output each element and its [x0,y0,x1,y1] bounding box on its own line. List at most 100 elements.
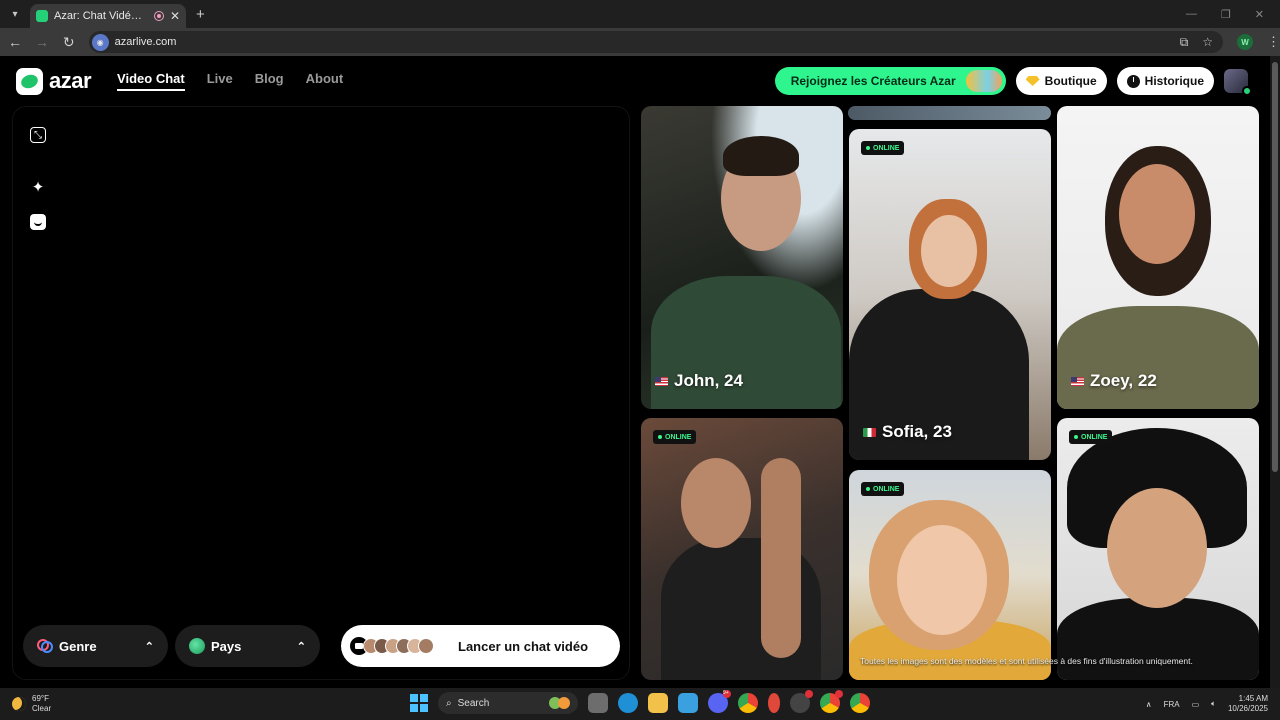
tab-search-icon[interactable]: ▾ [4,3,26,25]
profile-avatar[interactable]: W [1237,34,1253,50]
microsoft-store-icon[interactable] [678,693,698,713]
gallery-card-6: ONLINE [1057,418,1259,680]
main-nav: Video Chat Live Blog About [117,71,343,91]
image-disclaimer: Toutes les images sont des modèles et so… [860,656,1193,666]
history-button[interactable]: Historique [1116,67,1214,95]
online-badge: ONLINE [653,430,697,444]
globe-icon [189,638,205,654]
expand-icon[interactable] [30,127,46,143]
page-content: azar Video Chat Live Blog About Rejoigne… [0,56,1270,688]
restore-icon[interactable]: ❐ [1221,8,1231,21]
logo-text: azar [49,68,92,93]
site-header: azar Video Chat Live Blog About Rejoigne… [0,56,1270,106]
browser-menu-icon[interactable]: ⋮ [1267,34,1280,50]
user-avatar[interactable] [1224,69,1252,96]
online-status-dot [1242,86,1252,96]
face-filter-icon[interactable] [30,214,46,230]
azar-logo-icon [16,67,43,95]
gallery-card-zoey: Zoey, 22 [1057,106,1259,409]
gallery-card-john: John, 24 [641,106,843,409]
card-name: Zoey, 22 [1071,371,1157,391]
online-badge: ONLINE [861,482,905,496]
show-hidden-icons[interactable]: ∧ [1146,700,1152,709]
minimize-icon[interactable]: — [1186,8,1197,21]
gallery-card-partial [848,106,1051,120]
chrome-icon[interactable] [738,693,758,713]
gender-icon [37,638,53,654]
online-badge: ONLINE [861,141,905,155]
us-flag-icon [655,376,668,386]
task-view-icon[interactable] [588,693,608,713]
weather-widget[interactable]: 69°F Clear [12,694,51,714]
user-faces-stack [350,637,434,655]
online-badge: ONLINE [1069,430,1113,444]
install-app-icon[interactable]: ⧉ [1180,35,1189,50]
new-tab-button[interactable]: + [196,6,205,23]
bookmark-star-icon[interactable]: ☆ [1202,35,1213,50]
chevron-up-icon: ⌃ [144,640,154,653]
temperature: 69°F [32,694,49,703]
notification-badge: 9+ [723,690,731,698]
azar-logo[interactable]: azar [16,67,92,95]
shop-button[interactable]: Boutique [1015,67,1107,95]
launch-label: Lancer un chat vidéo [458,638,589,654]
face-thumb [418,638,434,654]
system-clock[interactable]: 1:45 AM 10/26/2025 [1228,694,1268,714]
microphone-icon[interactable] [768,693,780,713]
nav-blog[interactable]: Blog [255,71,284,91]
tab-close-icon[interactable]: ✕ [170,9,180,23]
scrollbar-thumb[interactable] [1272,62,1278,472]
windows-taskbar: 69°F Clear ⌕ Search 9+ ∧ FRA ▭ 🔈︎ 1:45 A… [0,688,1280,720]
card-name: Sofia, 23 [863,422,952,442]
site-info-icon[interactable]: ◉ [91,33,109,51]
country-filter-button[interactable]: Pays ⌃ [175,625,320,667]
join-creators-button[interactable]: Rejoignez les Créateurs Azar [774,67,1006,95]
gallery-card-4: ONLINE [641,418,843,680]
url-text: azarlive.com [114,36,177,48]
discord-icon[interactable]: 9+ [708,690,731,713]
search-icon: ⌕ [446,697,452,709]
gallery-card-5: ONLINE [849,470,1051,680]
browser-tab[interactable]: Azar: Chat Vidéo, Rencontr ✕ [30,4,186,28]
italy-flag-icon [863,427,876,437]
sparkle-effects-icon[interactable]: ✦ [30,179,46,196]
network-icon[interactable]: ▭ [1192,700,1200,709]
edge-browser-icon[interactable] [618,693,638,713]
search-placeholder: Search [457,697,490,709]
chevron-up-icon: ⌃ [296,640,306,653]
chrome-profile-icon[interactable] [820,690,843,713]
taskbar-search[interactable]: ⌕ Search [438,692,578,714]
reload-icon[interactable]: ↻ [57,34,81,51]
clock-time: 1:45 AM [1238,694,1268,703]
clock-icon [1126,74,1140,88]
nav-live[interactable]: Live [207,71,233,91]
language-indicator[interactable]: FRA [1164,700,1180,709]
moon-icon [12,697,26,711]
app-icon[interactable] [790,690,813,713]
join-creators-label: Rejoignez les Créateurs Azar [790,74,956,88]
nav-video-chat[interactable]: Video Chat [117,71,185,91]
chrome-profile-w-icon[interactable] [850,693,870,713]
address-bar[interactable]: ◉ azarlive.com ⧉ ☆ [88,31,1224,53]
file-explorer-icon[interactable] [648,693,668,713]
launch-video-chat-button[interactable]: Lancer un chat vidéo [341,625,620,667]
back-icon[interactable]: ← [3,34,27,50]
gem-icon [1025,76,1040,86]
window-close-icon[interactable]: ✕ [1255,8,1264,21]
history-label: Historique [1144,74,1204,88]
card-name: John, 24 [655,371,743,391]
recording-icon [153,11,164,21]
weather-condition: Clear [32,704,52,713]
creators-badge-icon [965,70,1002,92]
volume-icon[interactable]: 🔈︎ [1211,699,1216,709]
forward-icon[interactable]: → [30,34,54,50]
nav-about[interactable]: About [306,71,344,91]
genre-filter-button[interactable]: Genre ⌃ [23,625,168,667]
video-panel: ✦ Genre ⌃ Pays ⌃ Lancer un chat vidéo [12,106,630,680]
genre-label: Genre [59,638,97,654]
gallery-card-sofia: ONLINE Sofia, 23 [849,129,1051,460]
browser-tab-bar: ▾ Azar: Chat Vidéo, Rencontr ✕ + — ❐ ✕ [0,0,1280,28]
azar-favicon-icon [36,10,48,22]
windows-start-icon[interactable] [410,694,428,712]
us-flag-icon [1071,376,1084,386]
